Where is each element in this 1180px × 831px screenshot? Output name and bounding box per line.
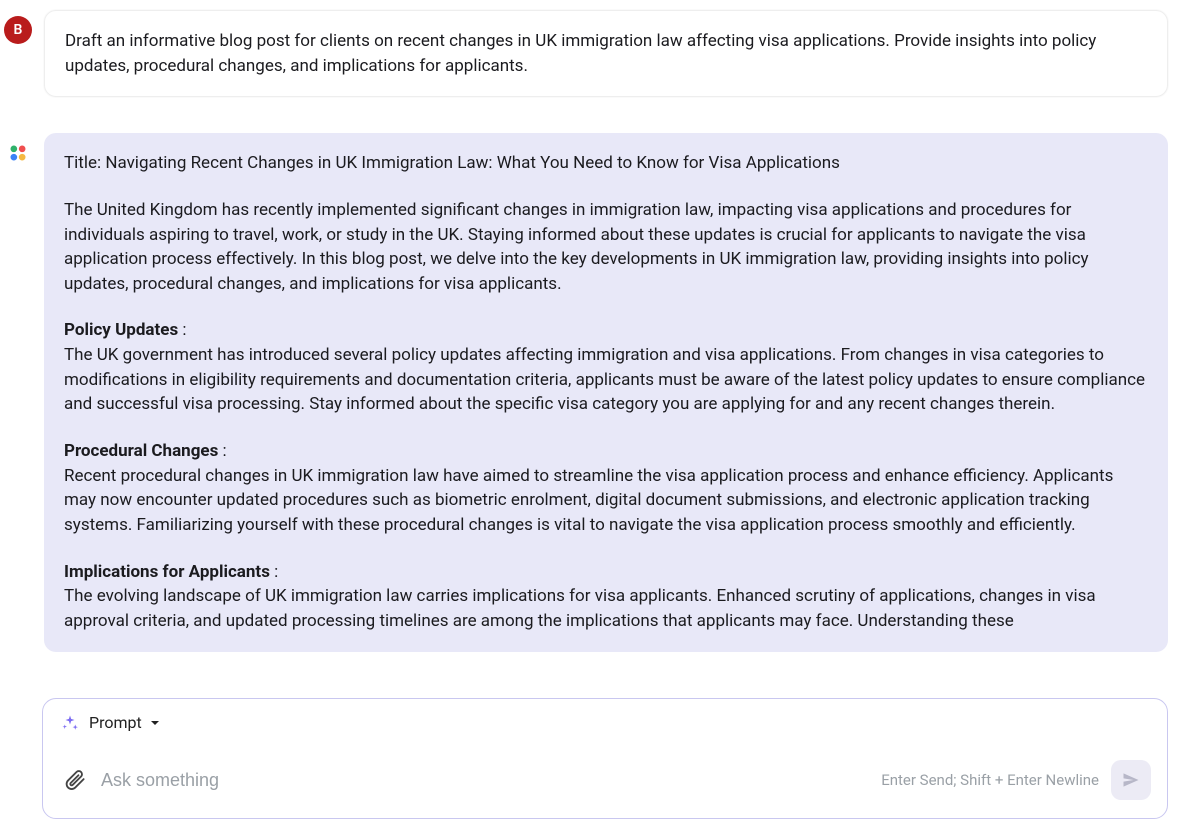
paperclip-icon (64, 769, 86, 791)
section-colon: : (218, 441, 226, 461)
assistant-section: Procedural Changes : Recent procedural c… (64, 439, 1148, 538)
section-heading: Procedural Changes (64, 441, 218, 461)
user-avatar-letter: B (14, 22, 23, 38)
user-message-bubble: Draft an informative blog post for clien… (44, 10, 1168, 97)
user-message-row: B Draft an informative blog post for cli… (4, 10, 1168, 97)
chat-input-bar: Prompt Enter Send; Shift + Enter Newline (42, 698, 1168, 819)
input-bottom-row: Enter Send; Shift + Enter Newline (43, 742, 1167, 818)
section-body: The UK government has introduced several… (64, 343, 1148, 417)
chat-thread: B Draft an informative blog post for cli… (0, 0, 1180, 652)
assistant-message-bubble: Title: Navigating Recent Changes in UK I… (44, 133, 1168, 651)
section-colon: : (270, 562, 278, 582)
section-colon: : (178, 320, 186, 340)
assistant-section: Implications for Applicants : The evolvi… (64, 560, 1148, 634)
prompt-mode-label: Prompt (89, 713, 142, 732)
chat-input[interactable] (101, 770, 869, 791)
send-button[interactable] (1111, 760, 1151, 800)
assistant-intro: The United Kingdom has recently implemen… (64, 198, 1148, 297)
section-heading: Implications for Applicants (64, 562, 270, 582)
assistant-title-line: Title: Navigating Recent Changes in UK I… (64, 151, 1148, 176)
section-body: The evolving landscape of UK immigration… (64, 584, 1148, 633)
prompt-mode-selector[interactable]: Prompt (89, 713, 160, 732)
user-message-text: Draft an informative blog post for clien… (65, 29, 1147, 78)
assistant-logo-icon (8, 143, 28, 163)
assistant-avatar (4, 139, 32, 167)
sparkle-icon (61, 714, 79, 732)
section-body: Recent procedural changes in UK immigrat… (64, 464, 1148, 538)
assistant-message-row: Title: Navigating Recent Changes in UK I… (4, 133, 1168, 651)
attach-button[interactable] (61, 766, 89, 794)
section-heading: Policy Updates (64, 320, 178, 340)
send-icon (1121, 770, 1141, 790)
input-mode-row: Prompt (43, 699, 1167, 742)
input-hint: Enter Send; Shift + Enter Newline (881, 771, 1099, 789)
assistant-section: Policy Updates : The UK government has i… (64, 318, 1148, 417)
user-avatar: B (4, 16, 32, 44)
chevron-down-icon (150, 718, 160, 728)
